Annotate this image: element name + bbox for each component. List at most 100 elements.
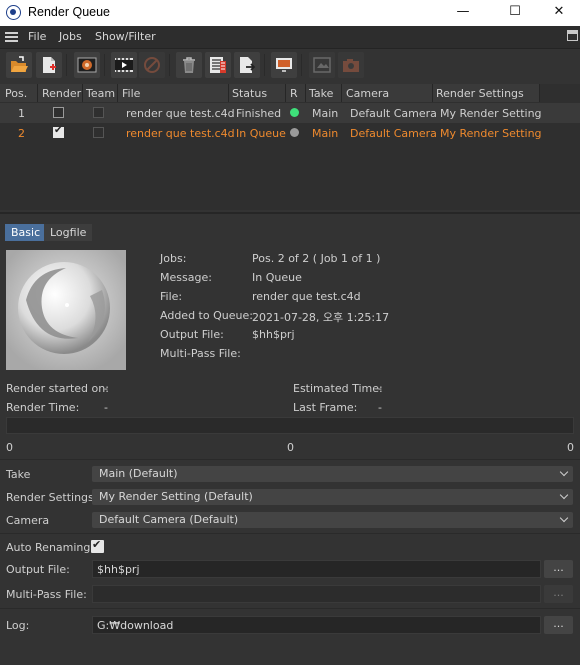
delete-button[interactable]: [176, 52, 202, 78]
row-pos: 1: [18, 107, 25, 120]
log-path-input[interactable]: G:₩download: [92, 616, 541, 634]
log-browse-button[interactable]: ...: [544, 616, 573, 634]
trash-icon: [183, 57, 195, 73]
render-started-value: -: [104, 382, 108, 395]
render-queue-table: Pos. Render Team File Status R Take Came…: [0, 84, 580, 210]
last-frame-label: Last Frame:: [293, 401, 358, 414]
render-settings-dropdown-value: My Render Setting (Default): [99, 490, 253, 503]
log-label: Log:: [6, 619, 30, 632]
message-value: In Queue: [252, 271, 302, 284]
render-time-value: -: [104, 401, 108, 414]
col-take[interactable]: Take: [309, 87, 333, 100]
jobs-value: Pos. 2 of 2 ( Job 1 of 1 ): [252, 252, 381, 265]
output-file-input[interactable]: $hh$prj: [92, 560, 541, 578]
message-label: Message:: [160, 271, 212, 284]
log-path-value: G:₩download: [97, 619, 174, 632]
camera-button[interactable]: [338, 52, 364, 78]
menu-jobs[interactable]: Jobs: [59, 30, 82, 43]
chevron-down-icon: [561, 469, 568, 476]
start-render-button[interactable]: [111, 52, 137, 78]
multipass-browse-button[interactable]: ...: [544, 585, 573, 603]
added-to-queue-value: 2021-07-28, 오후 1:25:17: [252, 311, 390, 324]
chevron-down-icon: [561, 492, 568, 499]
jobs-label: Jobs:: [160, 252, 187, 265]
view-button[interactable]: [309, 52, 335, 78]
render-progress-bar: [6, 417, 574, 434]
file-value: render que test.c4d: [252, 290, 361, 303]
panel-layout-icon[interactable]: [567, 30, 578, 41]
output-file-value: $hh$prj: [252, 328, 295, 341]
status-dot-icon: [290, 128, 299, 137]
take-dropdown-value: Main (Default): [99, 467, 178, 480]
multipass-setting-label: Multi-Pass File:: [6, 588, 87, 601]
render-settings-icon: [210, 57, 226, 73]
camera-label: Camera: [6, 514, 50, 527]
minimize-button[interactable]: —: [440, 0, 486, 26]
menu-show-filter[interactable]: Show/Filter: [95, 30, 156, 43]
picture-viewer-button[interactable]: [74, 52, 100, 78]
table-row[interactable]: 2 render que test.c4d In Queue Main Defa…: [0, 123, 580, 143]
take-dropdown[interactable]: Main (Default): [92, 466, 573, 482]
col-r[interactable]: R: [290, 87, 298, 100]
panel-divider[interactable]: [0, 212, 580, 214]
hamburger-menu-icon[interactable]: [5, 32, 18, 42]
display-icon: [276, 58, 292, 72]
col-render-settings[interactable]: Render Settings: [436, 87, 524, 100]
col-camera[interactable]: Camera: [346, 87, 389, 100]
render-settings-label: Render Settings: [6, 491, 94, 504]
col-pos[interactable]: Pos.: [5, 87, 27, 100]
open-button[interactable]: [6, 52, 32, 78]
view-icon: [313, 57, 331, 73]
picture-viewer-icon: [77, 57, 97, 73]
render-settings-button[interactable]: [205, 52, 231, 78]
row-status: In Queue: [236, 127, 286, 140]
added-to-queue-label: Added to Queue:: [160, 309, 253, 322]
camera-icon: [343, 59, 359, 72]
render-preview-image: [6, 250, 126, 370]
col-team[interactable]: Team: [86, 87, 115, 100]
progress-end-value: 0: [567, 441, 574, 454]
output-file-label: Output File:: [160, 328, 224, 341]
maximize-button[interactable]: ☐: [492, 0, 538, 26]
col-status[interactable]: Status: [232, 87, 267, 100]
row-take: Main: [312, 127, 339, 140]
tab-logfile[interactable]: Logfile: [44, 224, 93, 241]
team-checkbox[interactable]: [93, 127, 104, 138]
render-checkbox[interactable]: [53, 107, 64, 118]
new-job-button[interactable]: [36, 52, 62, 78]
team-checkbox[interactable]: [93, 107, 104, 118]
output-file-input-value: $hh$prj: [97, 563, 140, 576]
export-button[interactable]: [234, 52, 260, 78]
status-dot-icon: [290, 108, 299, 117]
menu-file[interactable]: File: [28, 30, 46, 43]
open-icon: [11, 56, 28, 72]
chevron-down-icon: [561, 515, 568, 522]
row-render-settings: My Render Setting: [440, 107, 542, 120]
row-status: Finished: [236, 107, 282, 120]
progress-middle-value: 0: [287, 441, 294, 454]
camera-dropdown[interactable]: Default Camera (Default): [92, 512, 573, 528]
render-checkbox[interactable]: [53, 125, 64, 138]
multipass-file-input[interactable]: [92, 585, 541, 603]
close-button[interactable]: ✕: [536, 0, 580, 26]
render-started-label: Render started on:: [6, 382, 109, 395]
new-job-icon: [43, 57, 56, 73]
row-file: render que test.c4d: [126, 127, 235, 140]
auto-renaming-checkbox[interactable]: [91, 538, 104, 553]
row-pos: 2: [18, 127, 25, 140]
row-render-settings: My Render Setting: [440, 127, 542, 140]
preview-render-graphic: [6, 250, 126, 370]
col-file[interactable]: File: [122, 87, 140, 100]
render-time-label: Render Time:: [6, 401, 80, 414]
estimated-time-value: -: [378, 382, 382, 395]
display-button[interactable]: [271, 52, 297, 78]
tab-basic[interactable]: Basic: [5, 224, 47, 241]
stop-render-button[interactable]: [139, 52, 165, 78]
output-file-browse-button[interactable]: ...: [544, 560, 573, 578]
table-row[interactable]: 1 render que test.c4d Finished Main Defa…: [0, 103, 580, 123]
title-bar: Render Queue — ☐ ✕: [0, 0, 580, 26]
render-settings-dropdown[interactable]: My Render Setting (Default): [92, 489, 573, 505]
cinema4d-logo-icon: [6, 5, 21, 20]
col-render[interactable]: Render: [42, 87, 81, 100]
take-label: Take: [6, 468, 31, 481]
